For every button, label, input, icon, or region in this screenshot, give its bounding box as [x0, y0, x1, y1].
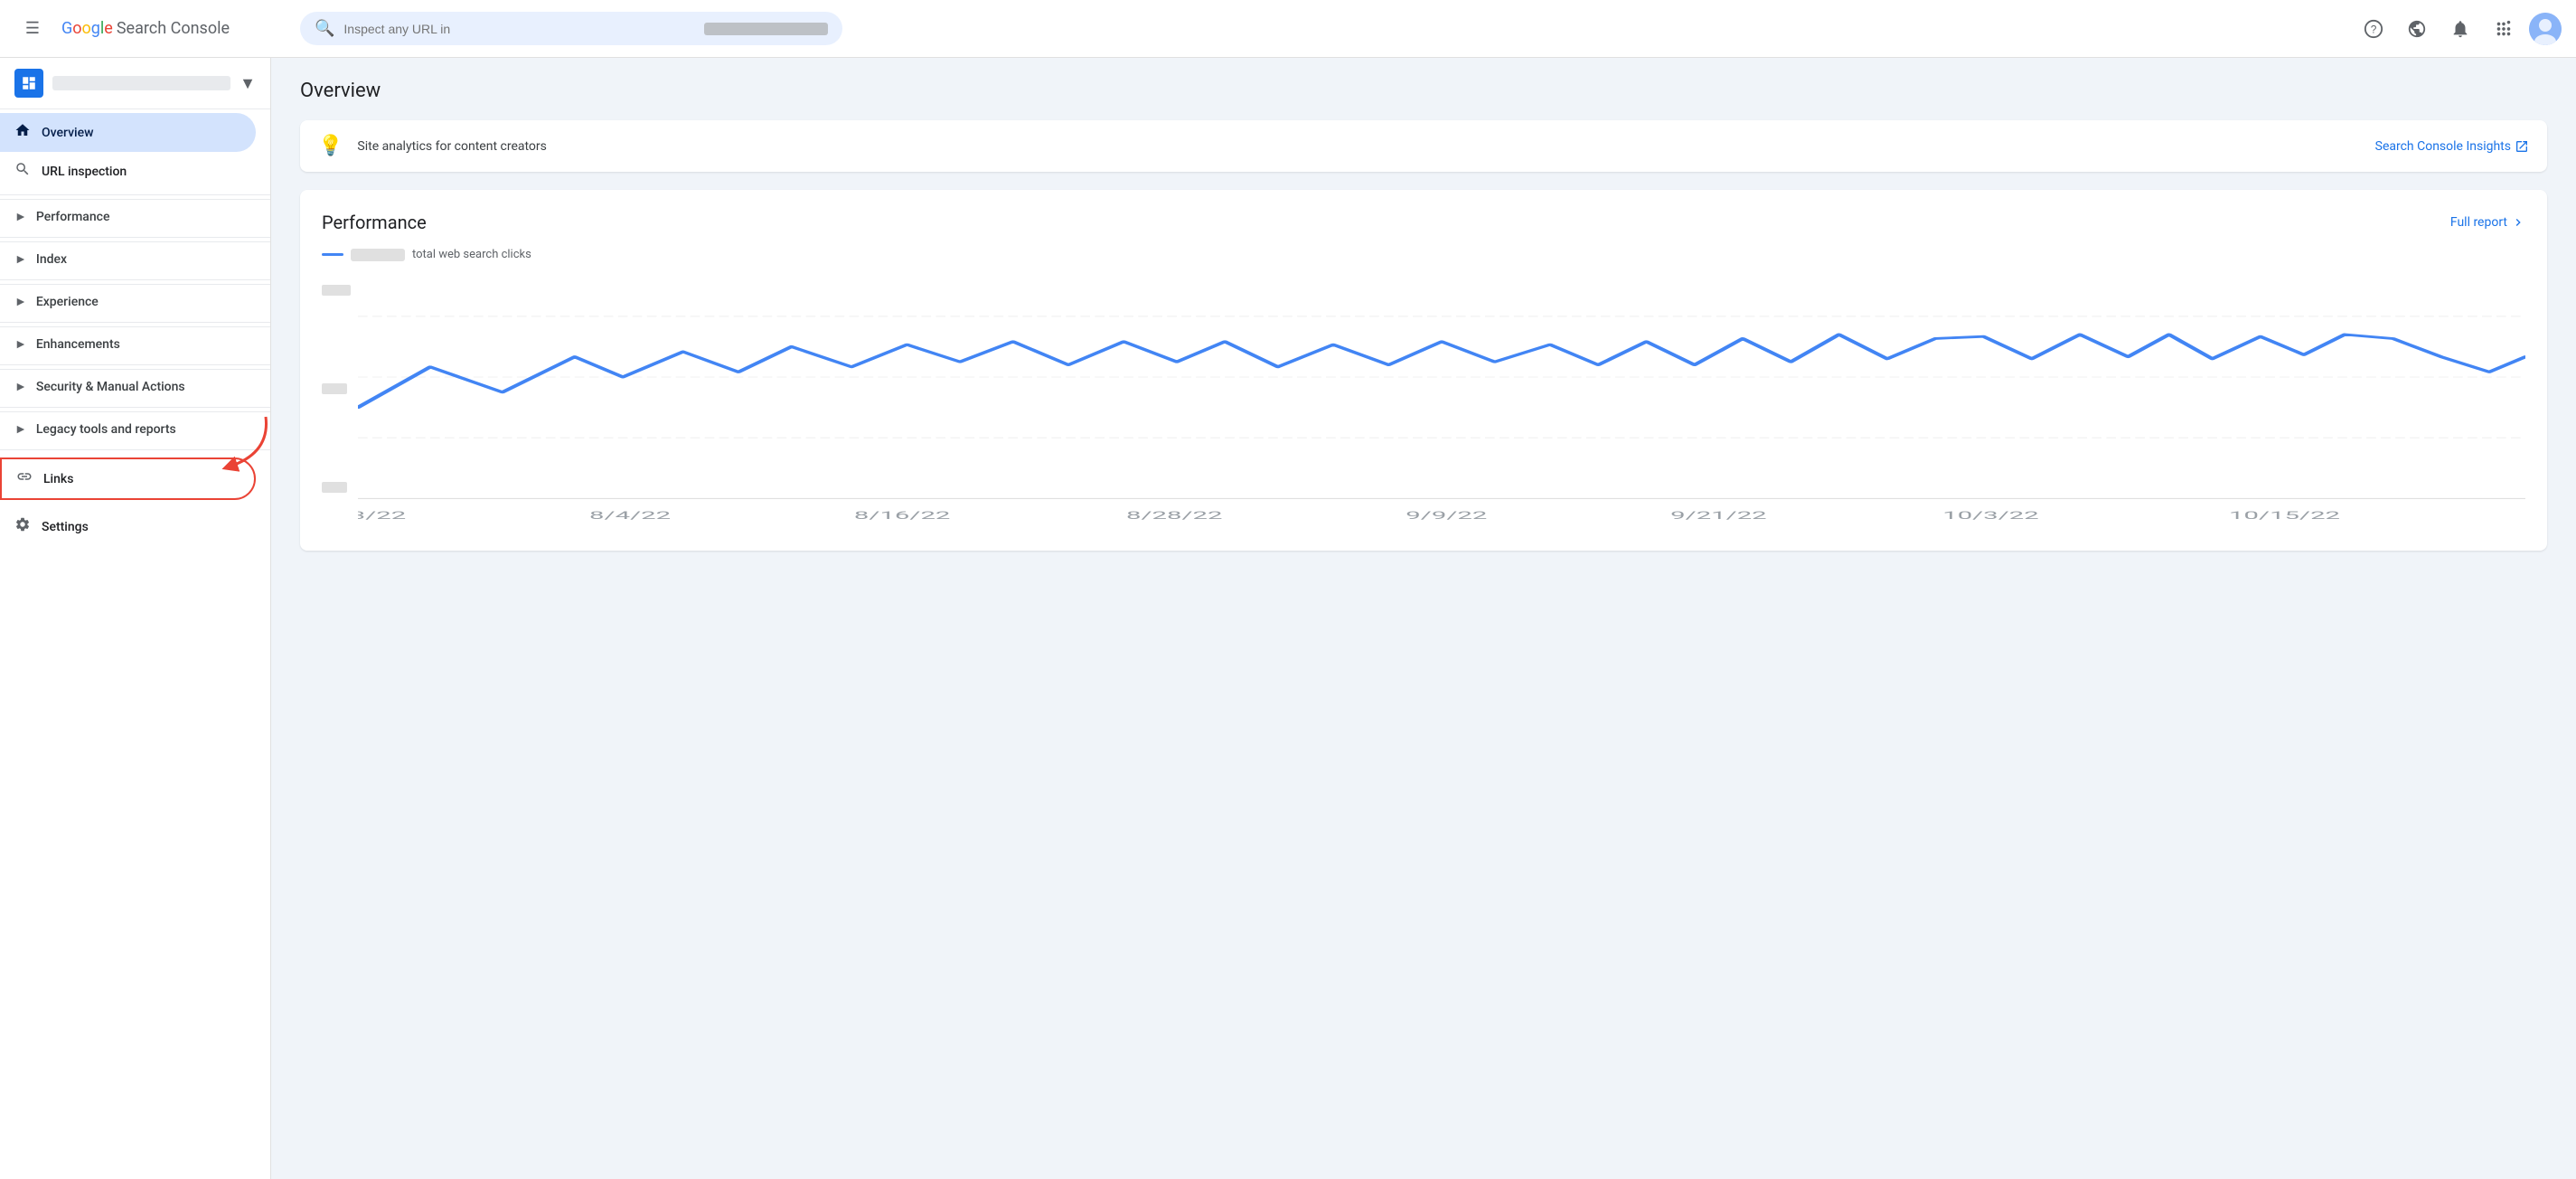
sidebar-item-security[interactable]: ► Security & Manual Actions: [0, 369, 270, 403]
divider-6: [0, 407, 270, 408]
sidebar-item-overview[interactable]: Overview: [0, 113, 256, 152]
chart-legend: total web search clicks: [322, 248, 2525, 261]
divider-4: [0, 322, 270, 323]
search-console-settings-button[interactable]: [2399, 11, 2435, 47]
insights-icon: 💡: [318, 135, 343, 157]
page-title: Overview: [300, 80, 2547, 102]
search-blurred: [704, 23, 828, 35]
insights-banner: 💡 Site analytics for content creators Se…: [300, 120, 2547, 172]
svg-text:9/9/22: 9/9/22: [1406, 509, 1487, 522]
experience-label: Experience: [36, 295, 99, 309]
svg-text:7/23/22: 7/23/22: [358, 509, 406, 522]
sidebar-item-settings[interactable]: Settings: [0, 507, 256, 546]
legend-line: [322, 253, 343, 256]
topbar-left: ☰ Google Search Console: [14, 11, 286, 47]
app-name: Search Console: [117, 19, 230, 38]
main-layout: ▼ Overview URL inspection ► Performa: [0, 58, 2576, 1179]
performance-title: Performance: [322, 212, 427, 233]
property-selector[interactable]: ▼: [0, 58, 270, 109]
enhancements-label: Enhancements: [36, 337, 120, 352]
insights-text: Site analytics for content creators: [357, 139, 2360, 154]
legacy-label: Legacy tools and reports: [36, 422, 176, 437]
sidebar-item-performance[interactable]: ► Performance: [0, 199, 270, 233]
svg-text:8/28/22: 8/28/22: [1126, 509, 1222, 522]
svg-text:10/15/22: 10/15/22: [2229, 509, 2340, 522]
chart-svg: 7/23/22 8/4/22 8/16/22 8/28/22 9/9/22 9/…: [358, 276, 2525, 529]
logo-google: Google: [61, 19, 113, 38]
svg-text:8/4/22: 8/4/22: [589, 509, 671, 522]
sidebar-item-links[interactable]: Links: [0, 457, 256, 500]
search-icon: 🔍: [315, 19, 334, 38]
divider-5: [0, 364, 270, 365]
apps-button[interactable]: [2486, 11, 2522, 47]
sidebar-item-url-inspection[interactable]: URL inspection: [0, 152, 256, 191]
security-label: Security & Manual Actions: [36, 380, 185, 394]
avatar[interactable]: [2529, 13, 2562, 45]
overview-label: Overview: [42, 126, 93, 140]
legend-label: total web search clicks: [412, 248, 531, 261]
svg-text:10/3/22: 10/3/22: [1942, 509, 2038, 522]
full-report-link[interactable]: Full report: [2450, 215, 2525, 230]
sidebar-item-legacy[interactable]: ► Legacy tools and reports: [0, 411, 270, 446]
url-inspection-label: URL inspection: [42, 165, 127, 179]
external-link-icon: [2515, 139, 2529, 154]
notifications-button[interactable]: [2442, 11, 2478, 47]
svg-text:9/21/22: 9/21/22: [1670, 509, 1766, 522]
sidebar-item-index[interactable]: ► Index: [0, 241, 270, 276]
y-label-top: [322, 285, 351, 296]
legend-blurred-value: [351, 249, 405, 261]
links-label: Links: [43, 472, 73, 486]
app-logo: Google Search Console: [61, 19, 230, 38]
sidebar: ▼ Overview URL inspection ► Performa: [0, 58, 271, 1179]
topbar-right: ?: [2355, 11, 2562, 47]
chart-container: 7/23/22 8/4/22 8/16/22 8/28/22 9/9/22 9/…: [322, 276, 2525, 529]
chevron-down-icon: ▼: [240, 74, 256, 93]
y-label-bot: [322, 482, 347, 493]
chevron-right-icon: [2511, 215, 2525, 230]
links-icon: [16, 468, 33, 489]
property-name: [52, 76, 230, 90]
search-bar[interactable]: 🔍: [300, 12, 842, 45]
chevron-right-icon: ►: [14, 209, 27, 224]
sidebar-item-enhancements[interactable]: ► Enhancements: [0, 326, 270, 361]
chevron-right-icon-2: ►: [14, 251, 27, 267]
chevron-right-icon-6: ►: [14, 421, 27, 437]
performance-card: Performance Full report total web search…: [300, 190, 2547, 551]
main-content: Overview 💡 Site analytics for content cr…: [271, 58, 2576, 1179]
performance-label: Performance: [36, 210, 110, 224]
settings-label: Settings: [42, 520, 89, 534]
chevron-right-icon-5: ►: [14, 379, 27, 394]
index-label: Index: [36, 252, 67, 267]
search-icon: [14, 161, 31, 182]
svg-text:8/16/22: 8/16/22: [854, 509, 950, 522]
chevron-right-icon-3: ►: [14, 294, 27, 309]
chevron-right-icon-4: ►: [14, 336, 27, 352]
search-input[interactable]: [343, 22, 695, 36]
divider-7: [0, 449, 270, 450]
divider-1: [0, 194, 270, 195]
menu-button[interactable]: ☰: [14, 11, 51, 47]
svg-text:?: ?: [2371, 23, 2377, 35]
settings-icon: [14, 516, 31, 537]
y-label-mid: [322, 383, 347, 394]
divider-2: [0, 237, 270, 238]
topbar: ☰ Google Search Console 🔍 ?: [0, 0, 2576, 58]
help-button[interactable]: ?: [2355, 11, 2392, 47]
sidebar-item-experience[interactable]: ► Experience: [0, 284, 270, 318]
home-icon: [14, 122, 31, 143]
divider-3: [0, 279, 270, 280]
property-icon: [14, 69, 43, 98]
insights-link[interactable]: Search Console Insights: [2375, 139, 2529, 154]
card-header: Performance Full report: [322, 212, 2525, 233]
